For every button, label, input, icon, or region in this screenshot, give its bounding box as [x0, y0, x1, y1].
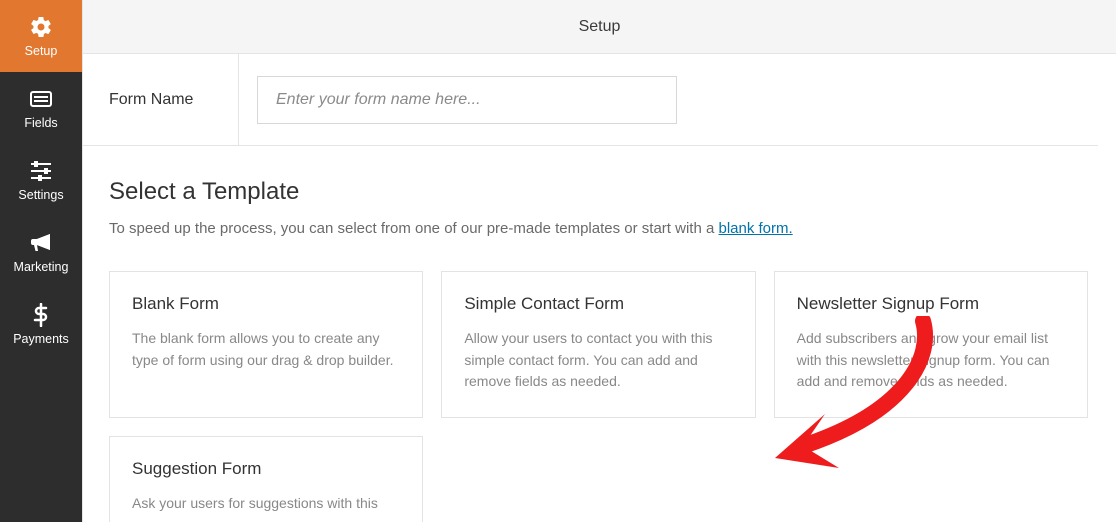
template-heading: Select a Template — [109, 178, 1088, 206]
sidebar: Setup Fields Settings Marketing Payments — [0, 0, 82, 522]
form-name-label: Form Name — [83, 54, 239, 145]
template-card-suggestion-form[interactable]: Suggestion Form Ask your users for sugge… — [109, 436, 423, 522]
template-card-title: Blank Form — [132, 294, 400, 314]
sidebar-item-label: Settings — [18, 188, 63, 202]
list-icon — [29, 86, 53, 112]
template-card-blank-form[interactable]: Blank Form The blank form allows you to … — [109, 271, 423, 418]
template-grid: Blank Form The blank form allows you to … — [109, 271, 1088, 418]
template-subtext: To speed up the process, you can select … — [109, 220, 1088, 237]
template-card-title: Newsletter Signup Form — [797, 294, 1065, 314]
template-card-title: Simple Contact Form — [464, 294, 732, 314]
template-card-desc: Add subscribers and grow your email list… — [797, 328, 1065, 393]
sidebar-item-settings[interactable]: Settings — [0, 144, 82, 216]
main-panel: Setup Form Name Select a Template To spe… — [82, 0, 1116, 522]
form-name-row: Form Name — [83, 54, 1098, 146]
sidebar-item-fields[interactable]: Fields — [0, 72, 82, 144]
template-card-title: Suggestion Form — [132, 459, 400, 479]
content-area: Form Name Select a Template To speed up … — [83, 54, 1116, 522]
sidebar-item-label: Fields — [24, 116, 57, 130]
gear-icon — [29, 14, 53, 40]
sidebar-item-payments[interactable]: Payments — [0, 288, 82, 360]
dollar-icon — [33, 302, 49, 328]
template-grid-row-2: Suggestion Form Ask your users for sugge… — [109, 436, 1088, 522]
sidebar-item-setup[interactable]: Setup — [0, 0, 82, 72]
sliders-icon — [29, 158, 53, 184]
sidebar-item-label: Setup — [25, 44, 58, 58]
sidebar-item-label: Marketing — [14, 260, 69, 274]
template-card-simple-contact-form[interactable]: Simple Contact Form Allow your users to … — [441, 271, 755, 418]
template-section: Select a Template To speed up the proces… — [83, 146, 1098, 522]
sidebar-item-label: Payments — [13, 332, 69, 346]
top-tab-setup[interactable]: Setup — [83, 0, 1116, 54]
top-tab-label: Setup — [579, 18, 621, 36]
blank-form-link[interactable]: blank form. — [718, 220, 792, 237]
form-name-input-wrap — [239, 54, 1098, 145]
bullhorn-icon — [29, 230, 53, 256]
template-card-desc: Allow your users to contact you with thi… — [464, 328, 732, 393]
template-card-desc: The blank form allows you to create any … — [132, 328, 400, 371]
form-name-input[interactable] — [257, 76, 677, 124]
template-card-newsletter-signup-form[interactable]: Newsletter Signup Form Add subscribers a… — [774, 271, 1088, 418]
sidebar-item-marketing[interactable]: Marketing — [0, 216, 82, 288]
template-subtext-prefix: To speed up the process, you can select … — [109, 220, 718, 237]
template-card-desc: Ask your users for suggestions with this — [132, 493, 400, 515]
